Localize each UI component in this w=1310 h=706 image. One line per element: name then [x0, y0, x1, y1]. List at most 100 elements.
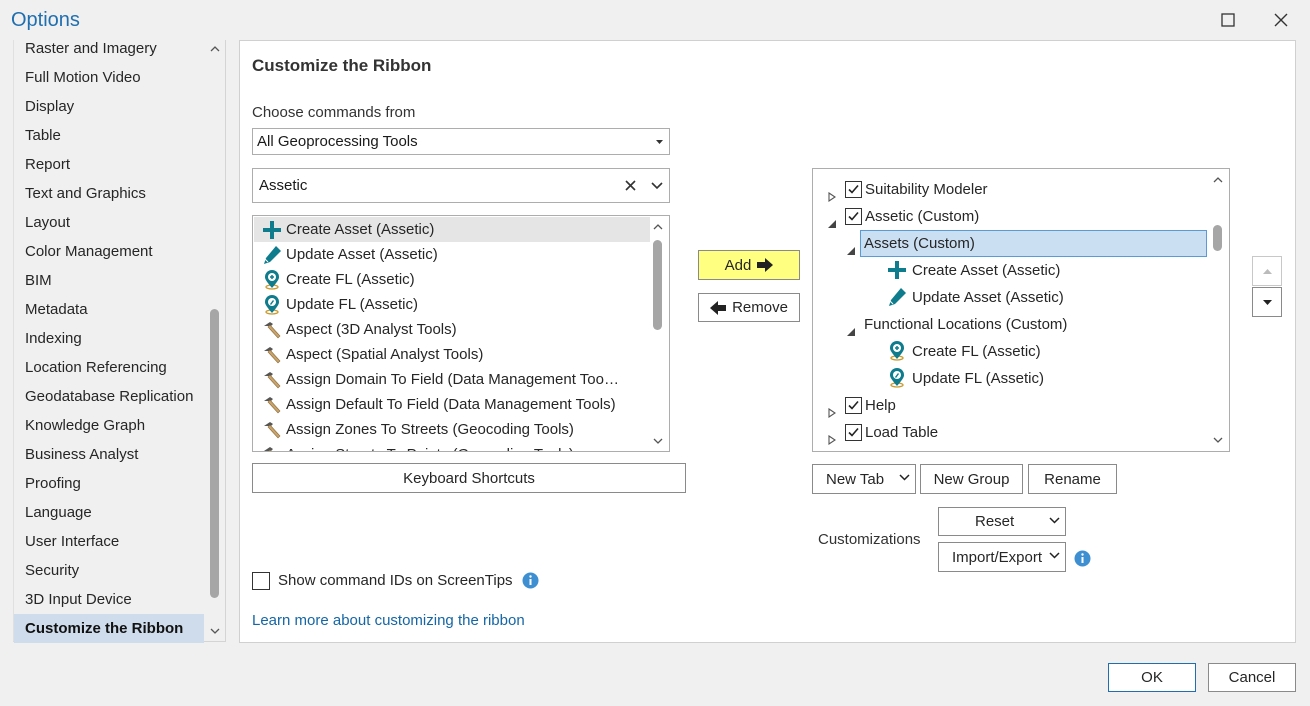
command-label: Assign Streets To Points (Geocoding Tool…	[286, 446, 574, 451]
sidebar-item[interactable]: Location Referencing	[14, 353, 206, 382]
sidebar-item[interactable]: Indexing	[14, 324, 206, 353]
triangle-down-icon	[1262, 299, 1272, 305]
command-label: Assign Default To Field (Data Management…	[286, 396, 616, 413]
info-icon[interactable]	[522, 572, 539, 592]
command-label: Assign Domain To Field (Data Management …	[286, 371, 619, 388]
scroll-up-arrow-icon[interactable]	[1208, 171, 1228, 189]
sidebar-item[interactable]: Table	[14, 121, 206, 150]
command-list-item[interactable]: Create Asset (Assetic)	[254, 217, 650, 242]
sidebar-item[interactable]: Proofing	[14, 469, 206, 498]
pen-icon	[887, 287, 907, 307]
cancel-button[interactable]: Cancel	[1208, 663, 1296, 692]
sidebar-item[interactable]: Display	[14, 92, 206, 121]
new-tab-label: New Tab	[826, 470, 885, 488]
command-list-item[interactable]: Aspect (Spatial Analyst Tools)	[254, 342, 650, 367]
sidebar-item[interactable]: Text and Graphics	[14, 179, 206, 208]
collapsed-triangle-icon[interactable]	[827, 400, 839, 419]
tab-checkbox[interactable]	[845, 424, 862, 441]
clear-search-icon[interactable]	[620, 175, 640, 195]
move-down-button[interactable]	[1252, 287, 1282, 317]
sidebar-item[interactable]: Knowledge Graph	[14, 411, 206, 440]
expanded-triangle-icon[interactable]	[846, 238, 858, 255]
tree-node-label: Create Asset (Assetic)	[912, 262, 1061, 279]
plus-icon	[887, 260, 907, 280]
show-command-ids-label: Show command IDs on ScreenTips	[278, 572, 513, 589]
scroll-up-arrow-icon[interactable]	[205, 40, 225, 58]
show-command-ids-checkbox[interactable]	[252, 572, 270, 590]
collapsed-triangle-icon[interactable]	[827, 427, 839, 446]
command-list-item[interactable]: Update FL (Assetic)	[254, 292, 650, 317]
choose-commands-dropdown[interactable]: All Geoprocessing Tools	[252, 128, 670, 155]
tab-checkbox[interactable]	[845, 181, 862, 198]
learn-more-link[interactable]: Learn more about customizing the ribbon	[252, 612, 525, 629]
scroll-down-arrow-icon[interactable]	[648, 432, 668, 450]
tab-checkbox[interactable]	[845, 208, 862, 225]
tree-scroll-thumb[interactable]	[1213, 225, 1222, 251]
sidebar-item[interactable]: Language	[14, 498, 206, 527]
reset-button[interactable]: Reset	[938, 507, 1066, 536]
add-button-label: Add	[724, 256, 752, 274]
hammer-icon	[262, 445, 282, 451]
tree-node-label: Update FL (Assetic)	[912, 370, 1044, 387]
sidebar-item[interactable]: Layout	[14, 208, 206, 237]
chevron-down-icon[interactable]	[647, 176, 667, 196]
sidebar-item[interactable]: BIM	[14, 266, 206, 295]
add-button[interactable]: Add	[698, 250, 800, 280]
location-add-icon	[887, 341, 907, 361]
expanded-triangle-icon[interactable]	[846, 319, 858, 336]
scroll-down-arrow-icon[interactable]	[1208, 431, 1228, 449]
location-update-icon	[262, 295, 282, 315]
reset-label: Reset	[975, 513, 1015, 530]
hammer-icon	[262, 420, 282, 440]
command-list-item[interactable]: Assign Zones To Streets (Geocoding Tools…	[254, 417, 650, 442]
window-title: Options	[11, 9, 80, 31]
maximize-button[interactable]	[1205, 4, 1251, 36]
tree-node-label: Create FL (Assetic)	[912, 343, 1041, 360]
tab-checkbox[interactable]	[845, 397, 862, 414]
command-list-item[interactable]: Assign Streets To Points (Geocoding Tool…	[254, 442, 650, 451]
keyboard-shortcuts-button[interactable]: Keyboard Shortcuts	[252, 463, 686, 493]
sidebar-item[interactable]: Business Analyst	[14, 440, 206, 469]
command-list-item[interactable]: Update Asset (Assetic)	[254, 242, 650, 267]
ok-button[interactable]: OK	[1108, 663, 1196, 692]
command-list-scroll-thumb[interactable]	[653, 240, 662, 330]
close-button[interactable]	[1258, 4, 1304, 36]
sidebar-item[interactable]: Full Motion Video	[14, 63, 206, 92]
tree-scrollbar[interactable]	[1208, 169, 1228, 451]
command-list[interactable]: Create Asset (Assetic) Update Asset (Asse…	[252, 215, 670, 452]
sidebar-item[interactable]: Color Management	[14, 237, 206, 266]
rename-button[interactable]: Rename	[1028, 464, 1117, 494]
sidebar-item[interactable]: Metadata	[14, 295, 206, 324]
command-list-item[interactable]: Create FL (Assetic)	[254, 267, 650, 292]
sidebar-item[interactable]: User Interface	[14, 527, 206, 556]
command-search-input[interactable]: Assetic	[252, 168, 670, 203]
move-up-button[interactable]	[1252, 256, 1282, 286]
expanded-triangle-icon[interactable]	[827, 211, 839, 228]
command-label: Update Asset (Assetic)	[286, 246, 438, 263]
sidebar-item[interactable]: Geodatabase Replication	[14, 382, 206, 411]
plus-icon	[262, 220, 282, 240]
remove-button[interactable]: Remove	[698, 293, 800, 322]
new-tab-button[interactable]: New Tab	[812, 464, 916, 494]
sidebar-item[interactable]: Customize the Ribbon	[14, 614, 204, 643]
collapsed-triangle-icon[interactable]	[827, 184, 839, 203]
sidebar-item[interactable]: Report	[14, 150, 206, 179]
sidebar-scroll-thumb[interactable]	[210, 309, 219, 598]
import-export-button[interactable]: Import/Export	[938, 542, 1066, 572]
command-list-item[interactable]: Assign Domain To Field (Data Management …	[254, 367, 650, 392]
scroll-down-arrow-icon[interactable]	[205, 622, 225, 640]
new-group-button[interactable]: New Group	[920, 464, 1023, 494]
command-list-item[interactable]: Assign Default To Field (Data Management…	[254, 392, 650, 417]
location-update-icon	[887, 368, 907, 388]
sidebar-item[interactable]: Security	[14, 556, 206, 585]
hammer-icon	[262, 345, 282, 365]
command-label: Update FL (Assetic)	[286, 296, 418, 313]
remove-button-label: Remove	[732, 299, 788, 316]
command-list-item[interactable]: Aspect (3D Analyst Tools)	[254, 317, 650, 342]
sidebar-item[interactable]: 3D Input Device	[14, 585, 206, 614]
info-icon[interactable]	[1074, 550, 1091, 570]
scroll-up-arrow-icon[interactable]	[648, 218, 668, 236]
hammer-icon	[262, 320, 282, 340]
choose-commands-label: Choose commands from	[252, 104, 416, 121]
sidebar-item[interactable]: Raster and Imagery	[14, 34, 206, 63]
